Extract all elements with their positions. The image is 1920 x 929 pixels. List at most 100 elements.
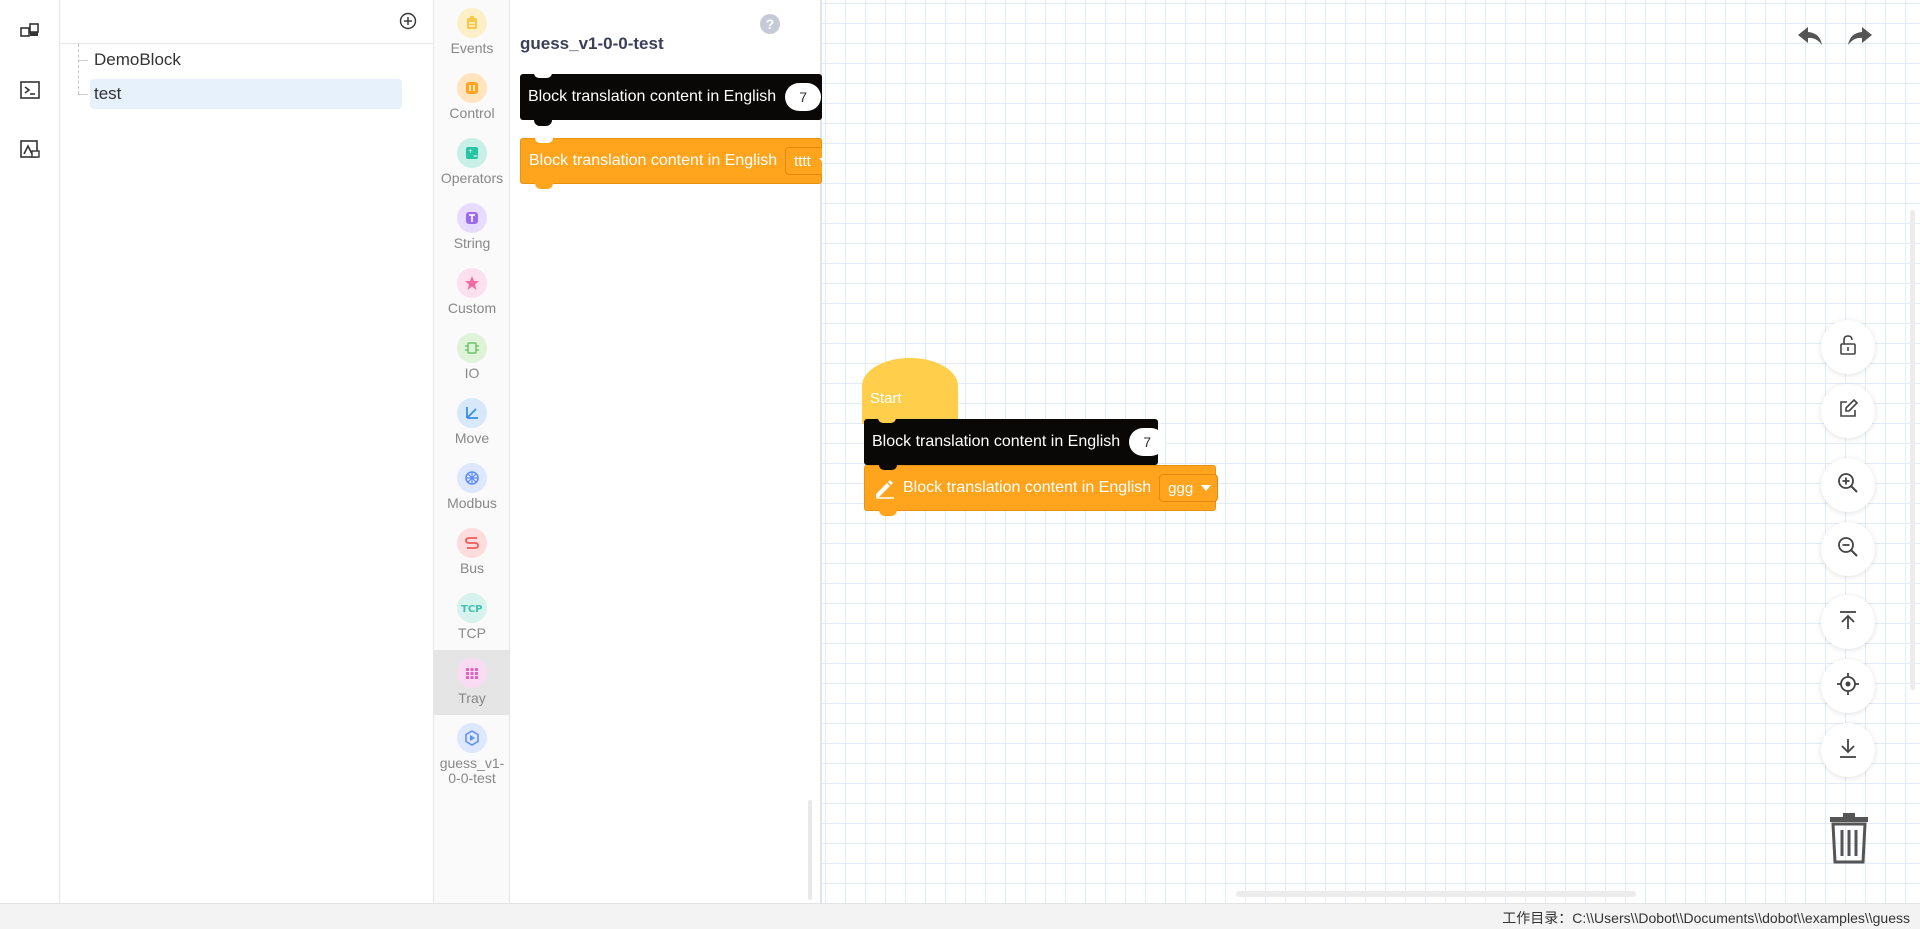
category-control[interactable]: Control <box>434 65 510 130</box>
workspace-canvas[interactable]: Start Block translation content in Engli… <box>822 0 1920 903</box>
category-label: IO <box>464 365 480 381</box>
start-hat-block[interactable]: Start <box>862 358 958 424</box>
category-label: String <box>453 235 491 251</box>
unlock-icon <box>1837 334 1859 361</box>
dropdown-field[interactable]: ggg <box>1159 474 1219 502</box>
number-input[interactable]: 7 <box>785 83 822 111</box>
workspace-block-dropdown[interactable]: Block translation content in English ggg <box>864 465 1219 516</box>
string-icon <box>457 203 487 233</box>
working-directory: 工作目录：C:\\Users\\Dobot\\Documents\\dobot\… <box>1502 910 1910 926</box>
category-bus[interactable]: Bus <box>434 520 510 585</box>
edit-button[interactable] <box>1821 384 1875 438</box>
flyout-block-value[interactable]: Block translation content in English 7 <box>520 73 822 126</box>
block-notch <box>878 418 896 423</box>
block-notch <box>879 510 897 516</box>
status-bar: 工作目录：C:\\Users\\Dobot\\Documents\\dobot\… <box>0 903 1920 929</box>
add-circle-icon[interactable] <box>399 12 417 30</box>
control-icon <box>457 73 487 103</box>
undo-icon[interactable] <box>1796 22 1824 50</box>
caret-down-icon <box>1201 485 1212 491</box>
bus-icon <box>457 528 487 558</box>
category-label: guess_v1-0-0-test <box>439 755 505 786</box>
category-tcp[interactable]: TCP TCP <box>434 585 510 650</box>
image-text-icon[interactable] <box>18 138 42 162</box>
category-label: Control <box>449 105 495 121</box>
block-notch <box>535 138 553 143</box>
category-tray[interactable]: Tray <box>434 650 510 715</box>
category-events[interactable]: Events <box>434 0 510 65</box>
category-label: Events <box>450 40 494 56</box>
events-icon <box>457 8 487 38</box>
zoom-out-icon <box>1836 535 1860 564</box>
tray-icon <box>457 658 487 688</box>
blocks-icon[interactable] <box>18 18 42 42</box>
block-notch <box>534 120 552 126</box>
zoom-in-icon <box>1836 471 1860 500</box>
block-notch <box>535 183 553 189</box>
category-label: Move <box>454 430 490 446</box>
zoom-out-button[interactable] <box>1821 522 1875 576</box>
pencil-icon[interactable] <box>873 477 895 499</box>
block-flyout: guess_v1-0-0-test ? Block translation co… <box>510 0 836 903</box>
workspace-block-value[interactable]: Block translation content in English 7 <box>864 418 1166 471</box>
download-button[interactable] <box>1821 723 1875 777</box>
operators-icon: + = <box>457 138 487 168</box>
arrow-to-top-icon <box>1837 609 1859 636</box>
scroll-top-button[interactable] <box>1821 595 1875 649</box>
flyout-block-dropdown[interactable]: Block translation content in English ttt… <box>520 138 836 189</box>
lock-button[interactable] <box>1821 320 1875 374</box>
category-string[interactable]: String <box>434 195 510 260</box>
category-modbus[interactable]: Modbus <box>434 455 510 520</box>
category-label: Tray <box>458 690 486 706</box>
block-text: Block translation content in English <box>529 152 778 169</box>
dropdown-value: tttt <box>794 152 811 170</box>
flyout-scrollbar[interactable] <box>808 800 812 900</box>
tree-connector <box>78 60 88 61</box>
category-sidebar: Events Control + = Operators String Custo… <box>434 0 510 903</box>
category-label: Custom <box>447 300 497 316</box>
category-io[interactable]: IO <box>434 325 510 390</box>
svg-text:=: = <box>473 153 478 160</box>
trash-icon[interactable] <box>1829 812 1869 864</box>
block-text: Block translation content in English <box>872 433 1121 450</box>
flyout-title: guess_v1-0-0-test <box>520 34 664 53</box>
modbus-icon <box>457 463 487 493</box>
zoom-in-button[interactable] <box>1821 458 1875 512</box>
category-custom[interactable]: Custom <box>434 260 510 325</box>
recenter-button[interactable] <box>1821 659 1875 713</box>
svg-text:TCP: TCP <box>461 604 483 614</box>
left-rail <box>0 0 60 903</box>
category-extension[interactable]: guess_v1-0-0-test <box>434 715 510 795</box>
category-label: Bus <box>459 560 485 576</box>
category-label: Modbus <box>447 495 497 511</box>
move-icon <box>457 398 487 428</box>
category-label: TCP <box>458 625 486 641</box>
category-label: Operators <box>440 170 504 186</box>
extension-icon <box>457 723 487 753</box>
category-move[interactable]: Move <box>434 390 510 455</box>
block-notch <box>534 73 552 78</box>
tcp-icon: TCP <box>457 593 487 623</box>
number-input[interactable]: 7 <box>1129 428 1166 456</box>
hat-label: Start <box>870 390 902 407</box>
redo-icon[interactable] <box>1846 22 1874 50</box>
block-notch <box>879 465 897 470</box>
block-text: Block translation content in English <box>903 479 1152 496</box>
io-icon <box>457 333 487 363</box>
file-tree: DemoBlock test <box>60 0 434 903</box>
download-icon <box>1837 737 1859 764</box>
terminal-icon[interactable] <box>18 78 42 102</box>
category-operators[interactable]: + = Operators <box>434 130 510 195</box>
tree-item-test[interactable]: test <box>90 79 402 109</box>
tree-guide-line <box>78 44 79 94</box>
tree-item-demoblock[interactable]: DemoBlock <box>90 45 181 75</box>
tree-header <box>60 0 433 44</box>
tree-connector <box>78 94 88 95</box>
workspace-scrollbar-vertical[interactable] <box>1910 210 1915 690</box>
custom-icon <box>457 268 487 298</box>
dropdown-value: ggg <box>1168 479 1194 497</box>
block-text: Block translation content in English <box>528 88 777 105</box>
crosshair-icon <box>1836 672 1860 701</box>
workspace-scrollbar-horizontal[interactable] <box>1236 891 1636 897</box>
help-icon[interactable]: ? <box>760 14 780 34</box>
